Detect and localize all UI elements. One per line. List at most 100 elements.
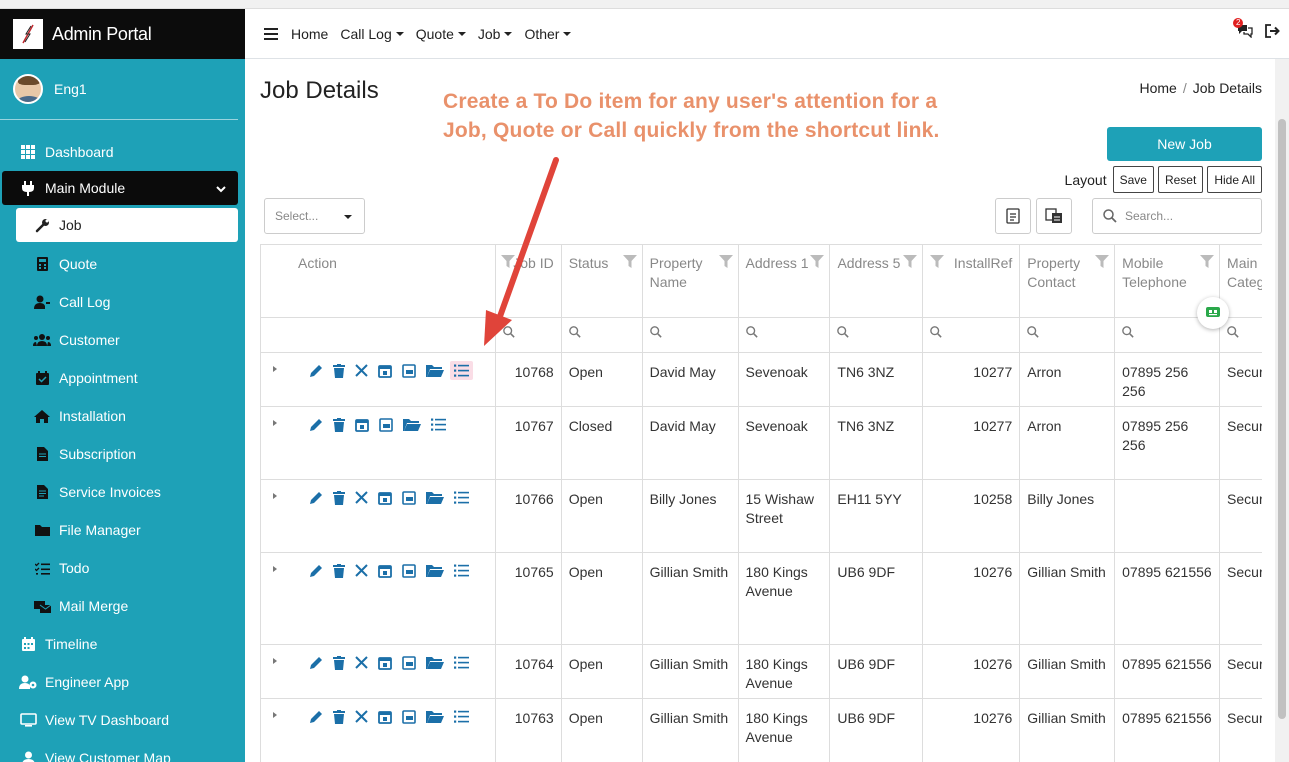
- sidebar-item-engineer-app[interactable]: Engineer App: [0, 663, 245, 701]
- breadcrumb-home[interactable]: Home: [1139, 80, 1176, 96]
- sidebar-item-file-manager[interactable]: File Manager: [16, 511, 245, 549]
- calendar-icon[interactable]: [355, 418, 369, 432]
- expand-row-icon[interactable]: [271, 418, 285, 428]
- delete-icon[interactable]: [333, 491, 345, 505]
- close-job-icon[interactable]: [355, 710, 368, 723]
- layout-save-button[interactable]: Save: [1112, 166, 1154, 193]
- edit-icon[interactable]: [309, 418, 323, 432]
- hamburger-menu-icon[interactable]: [264, 27, 278, 40]
- layout-hide-all-button[interactable]: Hide All: [1207, 166, 1262, 193]
- add-todo-icon[interactable]: [454, 656, 469, 669]
- folder-open-icon[interactable]: [403, 418, 421, 432]
- pdf-icon[interactable]: [402, 710, 416, 724]
- calendar-icon[interactable]: [378, 656, 392, 670]
- delete-icon[interactable]: [333, 364, 345, 378]
- edit-icon[interactable]: [309, 564, 323, 578]
- filter-cell[interactable]: [562, 318, 643, 352]
- edit-icon[interactable]: [309, 656, 323, 670]
- calendar-icon[interactable]: [378, 564, 392, 578]
- add-todo-icon[interactable]: [454, 710, 469, 723]
- col-header-status[interactable]: Status: [562, 245, 643, 317]
- filter-icon[interactable]: [930, 254, 945, 273]
- grid-search[interactable]: Search...: [1092, 198, 1262, 234]
- folder-open-icon[interactable]: [426, 364, 444, 378]
- add-todo-icon[interactable]: [454, 491, 469, 504]
- filter-cell[interactable]: [739, 318, 831, 352]
- topnav-quote[interactable]: Quote: [416, 26, 466, 42]
- col-header-property-contact[interactable]: Property Contact: [1020, 245, 1116, 317]
- folder-open-icon[interactable]: [426, 710, 444, 724]
- filter-cell[interactable]: [643, 318, 739, 352]
- filter-icon[interactable]: [622, 254, 637, 273]
- delete-icon[interactable]: [333, 710, 345, 724]
- sidebar-item-main-module[interactable]: Main Module: [2, 171, 238, 205]
- sidebar-item-subscription[interactable]: Subscription: [16, 435, 245, 473]
- delete-icon[interactable]: [333, 418, 345, 432]
- sidebar-item-job[interactable]: Job: [16, 208, 238, 242]
- add-todo-icon[interactable]: [454, 564, 469, 577]
- export-button[interactable]: [995, 198, 1031, 234]
- sidebar-item-quote[interactable]: Quote: [16, 245, 245, 283]
- filter-icon[interactable]: [1095, 254, 1110, 273]
- filter-cell[interactable]: [1020, 318, 1116, 352]
- delete-icon[interactable]: [333, 656, 345, 670]
- filter-icon[interactable]: [1200, 254, 1215, 273]
- user-panel[interactable]: Eng1: [0, 59, 238, 120]
- close-job-icon[interactable]: [355, 564, 368, 577]
- topnav-job[interactable]: Job: [478, 26, 513, 42]
- calendar-icon[interactable]: [378, 491, 392, 505]
- sidebar-item-appointment[interactable]: Appointment: [16, 359, 245, 397]
- page-scrollbar[interactable]: [1275, 59, 1289, 762]
- delete-icon[interactable]: [333, 564, 345, 578]
- sidebar-item-dashboard[interactable]: Dashboard: [0, 133, 245, 171]
- close-job-icon[interactable]: [355, 364, 368, 377]
- expand-row-icon[interactable]: [271, 564, 285, 574]
- expand-row-icon[interactable]: [271, 491, 285, 501]
- sidebar-item-timeline[interactable]: Timeline: [0, 625, 245, 663]
- pdf-icon[interactable]: [402, 564, 416, 578]
- scrollbar-thumb[interactable]: [1278, 119, 1286, 719]
- calendar-icon[interactable]: [378, 710, 392, 724]
- new-job-button[interactable]: New Job: [1107, 127, 1262, 161]
- sidebar-item-mail-merge[interactable]: Mail Merge: [16, 587, 245, 625]
- messages-icon[interactable]: 2: [1233, 18, 1253, 41]
- sidebar-item-customer[interactable]: Customer: [16, 321, 245, 359]
- topnav-call-log[interactable]: Call Log: [340, 26, 404, 42]
- view-select[interactable]: Select...: [264, 198, 365, 234]
- logout-icon[interactable]: [1265, 24, 1280, 41]
- pdf-icon[interactable]: [402, 364, 416, 378]
- sidebar-item-todo[interactable]: Todo: [16, 549, 245, 587]
- edit-icon[interactable]: [309, 364, 323, 378]
- table-row[interactable]: 10768 Open David May Sevenoak TN6 3NZ 10…: [261, 353, 1262, 407]
- calendar-icon[interactable]: [378, 364, 392, 378]
- filter-cell[interactable]: [1220, 318, 1262, 352]
- edit-icon[interactable]: [309, 710, 323, 724]
- sidebar-item-view-tv-dashboard[interactable]: View TV Dashboard: [0, 701, 245, 739]
- folder-open-icon[interactable]: [426, 564, 444, 578]
- col-header-address-5[interactable]: Address 5: [830, 245, 924, 317]
- filter-cell[interactable]: [830, 318, 924, 352]
- topnav-home[interactable]: Home: [291, 26, 328, 42]
- chat-widget-button[interactable]: [1197, 297, 1229, 329]
- column-chooser-button[interactable]: [1036, 198, 1072, 234]
- brand[interactable]: Admin Portal: [0, 9, 245, 59]
- col-header-install-ref[interactable]: InstallRef: [923, 245, 1021, 317]
- topnav-other[interactable]: Other: [524, 26, 572, 42]
- table-row[interactable]: 10765 Open Gillian Smith 180 Kings Avenu…: [261, 553, 1262, 645]
- folder-open-icon[interactable]: [426, 656, 444, 670]
- expand-row-icon[interactable]: [271, 656, 285, 666]
- folder-open-icon[interactable]: [426, 491, 444, 505]
- expand-row-icon[interactable]: [271, 710, 285, 720]
- table-row[interactable]: 10764 Open Gillian Smith 180 Kings Avenu…: [261, 645, 1262, 699]
- filter-icon[interactable]: [903, 254, 918, 273]
- col-header-address-1[interactable]: Address 1: [739, 245, 831, 317]
- table-row[interactable]: 10766 Open Billy Jones 15 Wishaw Street …: [261, 480, 1262, 553]
- sidebar-item-service-invoices[interactable]: Service Invoices: [16, 473, 245, 511]
- filter-icon[interactable]: [810, 254, 825, 273]
- sidebar-item-view-customer-map[interactable]: View Customer Map: [0, 739, 245, 762]
- table-row[interactable]: 10763 Open Gillian Smith 180 Kings Avenu…: [261, 699, 1262, 762]
- filter-cell[interactable]: [923, 318, 1021, 352]
- pdf-icon[interactable]: [402, 656, 416, 670]
- col-header-job-id[interactable]: Job ID: [496, 245, 562, 317]
- table-row[interactable]: 10767 Closed David May Sevenoak TN6 3NZ …: [261, 407, 1262, 480]
